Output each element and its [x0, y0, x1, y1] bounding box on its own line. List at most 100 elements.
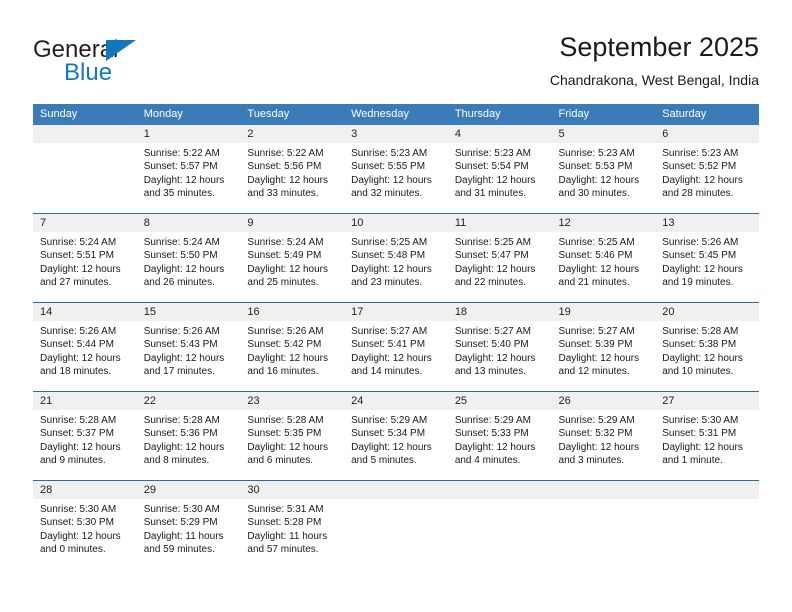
- day-sun-details: Sunrise: 5:29 AM Sunset: 5:32 PM Daylight:…: [552, 410, 656, 467]
- page-subtitle: Chandrakona, West Bengal, India: [549, 72, 759, 88]
- day-sun-details: Sunrise: 5:29 AM Sunset: 5:34 PM Daylight:…: [344, 410, 448, 467]
- daylight-text: and 0 minutes.: [40, 543, 106, 555]
- calendar-day-cell[interactable]: 16 Sunrise: 5:26 AM Sunset: 5:42 PM Dayligh…: [240, 302, 345, 392]
- day-sun-details: Sunrise: 5:24 AM Sunset: 5:50 PM Daylight:…: [137, 232, 241, 289]
- calendar-day-cell[interactable]: 4 Sunrise: 5:23 AM Sunset: 5:54 PM Daylight…: [447, 125, 552, 214]
- daylight-text: Daylight: 12 hours: [247, 352, 329, 364]
- calendar-day-cell[interactable]: 8 Sunrise: 5:24 AM Sunset: 5:50 PM Daylight…: [136, 213, 241, 303]
- calendar-day-cell[interactable]: 20 Sunrise: 5:28 AM Sunset: 5:38 PM Dayligh…: [655, 302, 759, 392]
- sunrise-text: Sunrise: 5:29 AM: [558, 415, 635, 426]
- page-header: General Blue September 2025 Chandrakona,…: [0, 0, 792, 104]
- day-cell-inner: 1 Sunrise: 5:22 AM Sunset: 5:57 PM Daylight…: [136, 125, 241, 213]
- daylight-text: Daylight: 12 hours: [558, 174, 640, 186]
- calendar-day-cell[interactable]: 30 Sunrise: 5:31 AM Sunset: 5:28 PM Dayligh…: [240, 480, 345, 569]
- calendar-day-cell[interactable]: 3 Sunrise: 5:23 AM Sunset: 5:55 PM Daylight…: [344, 125, 448, 214]
- calendar-day-cell[interactable]: 6 Sunrise: 5:23 AM Sunset: 5:52 PM Daylight…: [655, 125, 759, 214]
- calendar-day-cell[interactable]: 1 Sunrise: 5:22 AM Sunset: 5:57 PM Daylight…: [136, 125, 241, 214]
- daylight-text: Daylight: 12 hours: [662, 352, 743, 364]
- day-cell-inner: 5 Sunrise: 5:23 AM Sunset: 5:53 PM Daylight…: [551, 125, 656, 213]
- daylight-text: and 33 minutes.: [247, 187, 319, 199]
- day-cell-inner: 21 Sunrise: 5:28 AM Sunset: 5:37 PM Dayligh…: [33, 392, 137, 480]
- daylight-text: and 25 minutes.: [247, 276, 319, 288]
- day-cell-inner: 10 Sunrise: 5:25 AM Sunset: 5:48 PM Dayligh…: [344, 214, 448, 302]
- calendar-day-cell[interactable]: 28 Sunrise: 5:30 AM Sunset: 5:30 PM Dayligh…: [33, 480, 137, 569]
- day-sun-details: Sunrise: 5:27 AM Sunset: 5:39 PM Daylight:…: [552, 321, 656, 378]
- daylight-text: and 4 minutes.: [454, 454, 521, 466]
- calendar-day-cell[interactable]: 7 Sunrise: 5:24 AM Sunset: 5:51 PM Daylight…: [33, 213, 137, 303]
- sunset-text: Sunset: 5:34 PM: [351, 428, 426, 440]
- calendar-day-cell[interactable]: 19 Sunrise: 5:27 AM Sunset: 5:39 PM Dayligh…: [551, 302, 656, 392]
- sunset-text: Sunset: 5:50 PM: [143, 250, 218, 262]
- sunrise-text: Sunrise: 5:25 AM: [454, 237, 531, 248]
- day-sun-details: Sunrise: 5:26 AM Sunset: 5:44 PM Daylight:…: [33, 321, 137, 378]
- calendar-day-cell[interactable]: 10 Sunrise: 5:25 AM Sunset: 5:48 PM Dayligh…: [344, 213, 448, 303]
- daylight-text: Daylight: 11 hours: [247, 530, 328, 542]
- sunset-text: Sunset: 5:51 PM: [40, 250, 114, 262]
- day-sun-details: Sunrise: 5:23 AM Sunset: 5:53 PM Daylight:…: [552, 143, 656, 200]
- daylight-text: and 22 minutes.: [454, 276, 526, 288]
- daylight-text: and 26 minutes.: [143, 276, 215, 288]
- calendar-day-cell[interactable]: 17 Sunrise: 5:27 AM Sunset: 5:41 PM Dayligh…: [344, 302, 448, 392]
- sunrise-text: Sunrise: 5:26 AM: [143, 326, 220, 337]
- calendar-day-cell[interactable]: 21 Sunrise: 5:28 AM Sunset: 5:37 PM Dayligh…: [33, 391, 137, 481]
- daylight-text: and 27 minutes.: [40, 276, 112, 288]
- daylight-text: and 16 minutes.: [247, 365, 319, 377]
- calendar-day-cell[interactable]: 24 Sunrise: 5:29 AM Sunset: 5:34 PM Dayligh…: [344, 391, 448, 481]
- sunset-text: Sunset: 5:47 PM: [454, 250, 529, 262]
- day-cell-inner: 29 Sunrise: 5:30 AM Sunset: 5:29 PM Dayligh…: [136, 481, 241, 569]
- calendar-day-cell[interactable]: 13 Sunrise: 5:26 AM Sunset: 5:45 PM Dayligh…: [655, 213, 759, 303]
- sunrise-text: Sunrise: 5:26 AM: [247, 326, 324, 337]
- day-cell-inner: 16 Sunrise: 5:26 AM Sunset: 5:42 PM Dayligh…: [240, 303, 345, 391]
- sunset-text: Sunset: 5:29 PM: [143, 517, 218, 529]
- day-sun-details: Sunrise: 5:28 AM Sunset: 5:36 PM Daylight:…: [137, 410, 241, 467]
- sunrise-text: Sunrise: 5:27 AM: [558, 326, 635, 337]
- calendar-day-cell[interactable]: 15 Sunrise: 5:26 AM Sunset: 5:43 PM Dayligh…: [136, 302, 241, 392]
- day-number: [344, 481, 448, 499]
- sunrise-text: Sunrise: 5:26 AM: [40, 326, 117, 337]
- day-sun-details: Sunrise: 5:24 AM Sunset: 5:49 PM Daylight:…: [240, 232, 344, 289]
- sunset-text: Sunset: 5:41 PM: [351, 339, 426, 351]
- calendar-day-cell[interactable]: 11 Sunrise: 5:25 AM Sunset: 5:47 PM Dayligh…: [447, 213, 552, 303]
- calendar-empty-cell: [655, 480, 759, 569]
- day-number: 16: [240, 303, 345, 321]
- day-sun-details: Sunrise: 5:23 AM Sunset: 5:55 PM Daylight:…: [344, 143, 448, 200]
- calendar-day-cell[interactable]: 25 Sunrise: 5:29 AM Sunset: 5:33 PM Dayligh…: [447, 391, 552, 481]
- day-number: 3: [344, 125, 448, 143]
- sunrise-text: Sunrise: 5:22 AM: [247, 148, 324, 159]
- calendar-day-cell[interactable]: 27 Sunrise: 5:30 AM Sunset: 5:31 PM Dayligh…: [655, 391, 759, 481]
- calendar-week-row: 28 Sunrise: 5:30 AM Sunset: 5:30 PM Dayligh…: [33, 480, 759, 569]
- weekday-header-tuesday: Tuesday: [240, 104, 345, 125]
- calendar-day-cell[interactable]: 22 Sunrise: 5:28 AM Sunset: 5:36 PM Dayligh…: [136, 391, 241, 481]
- calendar-day-cell[interactable]: 18 Sunrise: 5:27 AM Sunset: 5:40 PM Dayligh…: [447, 302, 552, 392]
- calendar-day-cell[interactable]: 9 Sunrise: 5:24 AM Sunset: 5:49 PM Daylight…: [240, 213, 345, 303]
- daylight-text: Daylight: 12 hours: [351, 441, 432, 453]
- calendar-empty-cell: [344, 480, 448, 569]
- sunrise-text: Sunrise: 5:28 AM: [143, 415, 220, 426]
- calendar-body: 1 Sunrise: 5:22 AM Sunset: 5:57 PM Daylight…: [33, 125, 759, 569]
- sunrise-text: Sunrise: 5:30 AM: [143, 504, 220, 515]
- sunrise-text: Sunrise: 5:23 AM: [351, 148, 428, 159]
- calendar-day-cell[interactable]: 26 Sunrise: 5:29 AM Sunset: 5:32 PM Dayligh…: [551, 391, 656, 481]
- day-sun-details: Sunrise: 5:28 AM Sunset: 5:37 PM Daylight:…: [33, 410, 137, 467]
- day-number: 7: [33, 214, 137, 232]
- sunset-text: Sunset: 5:52 PM: [662, 161, 737, 173]
- calendar-day-cell[interactable]: 2 Sunrise: 5:22 AM Sunset: 5:56 PM Daylight…: [240, 125, 345, 214]
- daylight-text: and 3 minutes.: [558, 454, 625, 466]
- sunset-text: Sunset: 5:32 PM: [558, 428, 633, 440]
- calendar-day-cell[interactable]: 29 Sunrise: 5:30 AM Sunset: 5:29 PM Dayligh…: [136, 480, 241, 569]
- day-cell-inner: 4 Sunrise: 5:23 AM Sunset: 5:54 PM Daylight…: [447, 125, 552, 213]
- calendar-day-cell[interactable]: 5 Sunrise: 5:23 AM Sunset: 5:53 PM Daylight…: [551, 125, 656, 214]
- day-sun-details: Sunrise: 5:29 AM Sunset: 5:33 PM Daylight:…: [448, 410, 552, 467]
- daylight-text: and 14 minutes.: [351, 365, 423, 377]
- sunset-text: Sunset: 5:57 PM: [143, 161, 218, 173]
- sunrise-text: Sunrise: 5:24 AM: [143, 237, 220, 248]
- calendar-day-cell[interactable]: 14 Sunrise: 5:26 AM Sunset: 5:44 PM Dayligh…: [33, 302, 137, 392]
- day-cell-inner: 24 Sunrise: 5:29 AM Sunset: 5:34 PM Dayligh…: [344, 392, 448, 480]
- sunset-text: Sunset: 5:36 PM: [143, 428, 218, 440]
- day-number: 28: [33, 481, 137, 499]
- day-cell-inner: 27 Sunrise: 5:30 AM Sunset: 5:31 PM Dayligh…: [655, 392, 759, 480]
- sunrise-text: Sunrise: 5:27 AM: [454, 326, 531, 337]
- calendar-day-cell[interactable]: 23 Sunrise: 5:28 AM Sunset: 5:35 PM Dayligh…: [240, 391, 345, 481]
- calendar-day-cell[interactable]: 12 Sunrise: 5:25 AM Sunset: 5:46 PM Dayligh…: [551, 213, 656, 303]
- daylight-text: and 1 minute.: [662, 454, 723, 466]
